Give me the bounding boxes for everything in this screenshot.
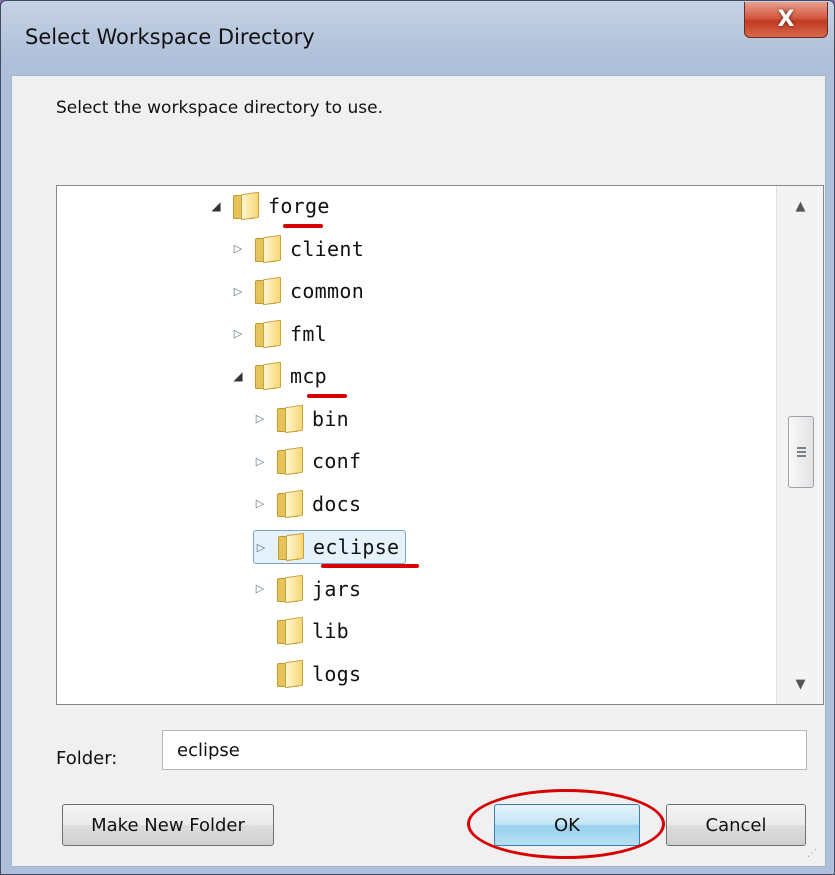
tree-item-label: bin (312, 406, 350, 431)
folder-icon (255, 361, 281, 391)
tree-item-label: logs (312, 661, 362, 686)
tree-item-jars[interactable]: ▷ jars (253, 573, 367, 605)
scroll-up-arrow-icon[interactable]: ▲ (777, 186, 823, 226)
scroll-down-arrow-icon[interactable]: ▼ (777, 664, 823, 704)
dialog-body: Select the workspace directory to use. ◢… (11, 75, 826, 867)
expanded-triangle-icon[interactable]: ◢ (231, 369, 245, 383)
tree-item-label: fml (290, 321, 328, 346)
dialog-window: Select Workspace Directory X Select the … (0, 0, 835, 875)
scroll-thumb[interactable] (788, 416, 814, 488)
expanded-triangle-icon[interactable]: ◢ (209, 199, 223, 213)
tree-item-label: forge (268, 194, 330, 218)
resize-grip-icon[interactable]: ⋰ (807, 848, 821, 862)
tree-item-mcp[interactable]: ◢ mcp (231, 360, 333, 392)
folder-input[interactable] (162, 730, 807, 770)
tree-item-common[interactable]: ▷ common (231, 275, 370, 307)
tree-item-label: common (290, 279, 365, 303)
make-new-folder-button[interactable]: Make New Folder (62, 804, 274, 846)
tree-item-fml[interactable]: ▷ fml (231, 318, 333, 350)
tree-item-label: lib (312, 619, 350, 643)
folder-tree[interactable]: ◢ forge ▷ client ▷ common ▷ fml ◢ mcp ▷ bin ▷ conf ▷ do… (56, 185, 824, 705)
cancel-button[interactable]: Cancel (666, 804, 806, 846)
collapsed-triangle-icon[interactable]: ▷ (254, 540, 268, 554)
folder-icon (277, 659, 303, 688)
vertical-scrollbar[interactable]: ▲ ▼ (776, 186, 823, 704)
close-icon: X (777, 7, 795, 32)
close-button[interactable]: X (744, 2, 828, 38)
collapsed-triangle-icon[interactable]: ▷ (253, 454, 267, 468)
tree-item-docs[interactable]: ▷ docs (253, 488, 367, 520)
collapsed-triangle-icon[interactable]: ▷ (231, 242, 245, 256)
annotation-underline (283, 224, 323, 228)
collapsed-triangle-icon[interactable]: ▷ (253, 582, 267, 596)
tree-item-label: client (290, 236, 365, 261)
tree-item-label: mcp (290, 364, 328, 388)
tree-rows: ◢ forge ▷ client ▷ common ▷ fml ◢ mcp ▷ bin ▷ conf ▷ do… (57, 186, 776, 704)
ok-annotation-circle (467, 789, 665, 859)
window-title: Select Workspace Directory (25, 25, 315, 49)
tree-item-conf[interactable]: ▷ conf (253, 445, 367, 477)
folder-icon (255, 319, 281, 348)
folder-icon (278, 532, 304, 562)
tree-item-forge[interactable]: ◢ forge (209, 190, 336, 222)
folder-label: Folder: (56, 748, 118, 769)
tree-item-eclipse[interactable]: ▷ eclipse (253, 530, 407, 564)
tree-item-logs[interactable]: logs (253, 658, 367, 690)
annotation-underline (307, 394, 347, 398)
grip-icon (796, 447, 806, 457)
folder-icon (255, 276, 281, 306)
collapsed-triangle-icon[interactable]: ▷ (231, 327, 245, 341)
tree-item-label: docs (312, 491, 362, 516)
tree-item-bin[interactable]: ▷ bin (253, 403, 355, 435)
collapsed-triangle-icon[interactable]: ▷ (231, 284, 245, 298)
no-expander (253, 624, 267, 638)
tree-item-lib[interactable]: lib (253, 615, 355, 647)
folder-icon (255, 234, 281, 263)
folder-icon (277, 574, 303, 603)
folder-icon (277, 489, 303, 518)
collapsed-triangle-icon[interactable]: ▷ (253, 497, 267, 511)
folder-icon (277, 404, 303, 433)
tree-item-label: conf (312, 449, 362, 473)
tree-item-label: jars (312, 576, 362, 601)
folder-icon (277, 616, 303, 646)
tree-item-label: eclipse (313, 535, 400, 559)
no-expander (253, 667, 267, 681)
instruction-text: Select the workspace directory to use. (56, 98, 383, 118)
title-bar[interactable]: Select Workspace Directory X (1, 1, 834, 83)
tree-item-client[interactable]: ▷ client (231, 233, 370, 265)
folder-icon (277, 446, 303, 476)
annotation-underline (321, 564, 419, 568)
collapsed-triangle-icon[interactable]: ▷ (253, 412, 267, 426)
folder-icon (233, 191, 259, 221)
